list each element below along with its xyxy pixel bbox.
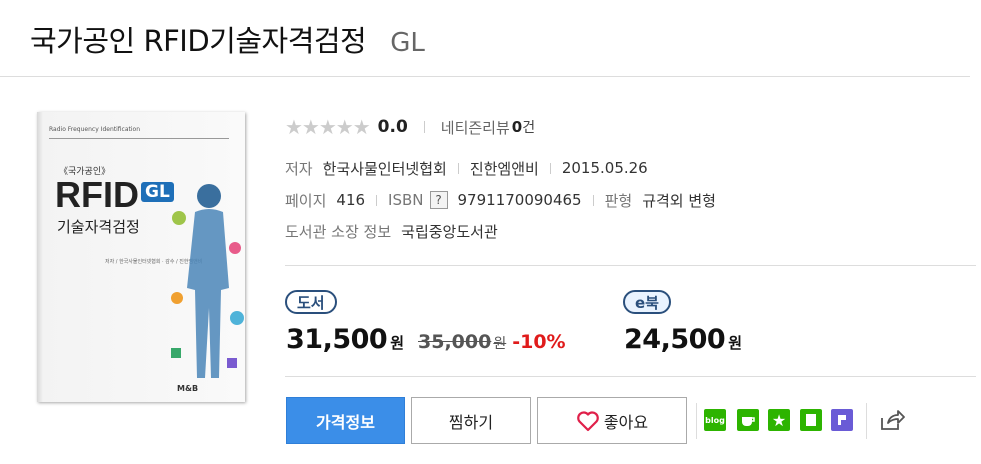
book-cover[interactable]: Radio Frequency Identification 《국가공인》 RF… bbox=[37, 112, 245, 402]
format-label: 판형 bbox=[604, 191, 633, 210]
price-divider bbox=[285, 376, 976, 377]
publisher-link[interactable]: 진한엠앤비 bbox=[470, 158, 539, 179]
header-divider bbox=[0, 76, 970, 77]
details-row: 페이지 416 ISBN ? 9791170090465 판형 규격외 변형 bbox=[285, 189, 716, 211]
author-link[interactable]: 한국사물인터넷협회 bbox=[323, 158, 447, 179]
library-label: 도서관 소장 정보 bbox=[285, 222, 392, 241]
price-info-button[interactable]: 가격정보 bbox=[286, 397, 405, 444]
review-unit: 건 bbox=[522, 120, 536, 136]
cover-line bbox=[49, 138, 229, 139]
review-label[interactable]: 네티즌리뷰 bbox=[441, 117, 510, 138]
cup-icon bbox=[742, 417, 755, 426]
pages-value: 416 bbox=[336, 191, 366, 209]
cover-top-text: Radio Frequency Identification bbox=[49, 126, 141, 133]
rating-row: ★★★★★ 0.0 네티즌리뷰 0 건 bbox=[285, 114, 535, 140]
cover-figure-illustration bbox=[171, 184, 244, 378]
separator bbox=[457, 162, 459, 174]
like-label: 좋아요 bbox=[603, 412, 649, 432]
note-icon[interactable] bbox=[800, 409, 822, 431]
currency-unit: 원 bbox=[390, 334, 405, 352]
review-count[interactable]: 0 bbox=[512, 118, 522, 136]
isbn-label: ISBN bbox=[388, 191, 424, 209]
author-row: 저자 한국사물인터넷협회 진한엠앤비 2015.05.26 bbox=[285, 157, 648, 179]
currency-unit: 원 bbox=[493, 336, 507, 352]
separator bbox=[423, 121, 425, 133]
rating-score: 0.0 bbox=[377, 117, 408, 137]
heart-icon bbox=[577, 410, 599, 431]
star-icon[interactable]: ★ bbox=[768, 409, 790, 431]
info-divider bbox=[285, 265, 976, 266]
pages-label: 페이지 bbox=[285, 191, 327, 210]
currency-unit: 원 bbox=[728, 334, 743, 352]
page-header: 국가공인 RFID기술자격검정 GL bbox=[30, 18, 425, 62]
wishlist-button[interactable]: 찜하기 bbox=[411, 397, 531, 444]
ebook-type-badge[interactable]: e북 bbox=[623, 290, 671, 314]
book-title: 국가공인 RFID기술자격검정 bbox=[30, 24, 367, 58]
p-logo-icon bbox=[838, 415, 846, 425]
divider bbox=[866, 403, 867, 439]
book-type-badge: 도서 bbox=[285, 290, 337, 314]
cover-subtitle: 기술자격검정 bbox=[57, 218, 140, 236]
publish-date: 2015.05.26 bbox=[561, 159, 648, 177]
ebook-price-row: 24,500 원 bbox=[624, 324, 742, 355]
separator bbox=[376, 194, 378, 206]
ebook-price: 24,500 bbox=[624, 324, 726, 355]
author-label: 저자 bbox=[285, 159, 313, 178]
rating-stars-icon: ★★★★★ bbox=[285, 115, 371, 139]
discount-rate: -10% bbox=[512, 331, 566, 353]
cover-publisher-logo: M&B bbox=[177, 384, 199, 393]
separator bbox=[549, 162, 551, 174]
share-icon[interactable] bbox=[878, 406, 906, 434]
separator bbox=[592, 194, 594, 206]
cover-main-title: RFID bbox=[55, 174, 139, 215]
format-value: 규격외 변형 bbox=[642, 191, 716, 210]
library-row: 도서관 소장 정보 국립중앙도서관 bbox=[285, 220, 498, 242]
isbn-value: 9791170090465 bbox=[457, 191, 582, 209]
blog-icon[interactable]: blog bbox=[704, 409, 726, 431]
original-price: 35,000 bbox=[418, 331, 492, 353]
series-label: GL bbox=[390, 28, 425, 58]
divider bbox=[696, 403, 697, 439]
book-price: 31,500 bbox=[286, 324, 388, 355]
like-button[interactable]: 좋아요 bbox=[537, 397, 687, 444]
cafe-icon[interactable] bbox=[737, 409, 759, 431]
library-link[interactable]: 국립중앙도서관 bbox=[401, 221, 498, 242]
book-price-row: 31,500 원 35,000 원 -10% bbox=[286, 324, 566, 355]
pinterest-style-icon[interactable] bbox=[831, 409, 853, 431]
help-icon[interactable]: ? bbox=[429, 191, 448, 209]
memo-icon bbox=[806, 414, 816, 426]
